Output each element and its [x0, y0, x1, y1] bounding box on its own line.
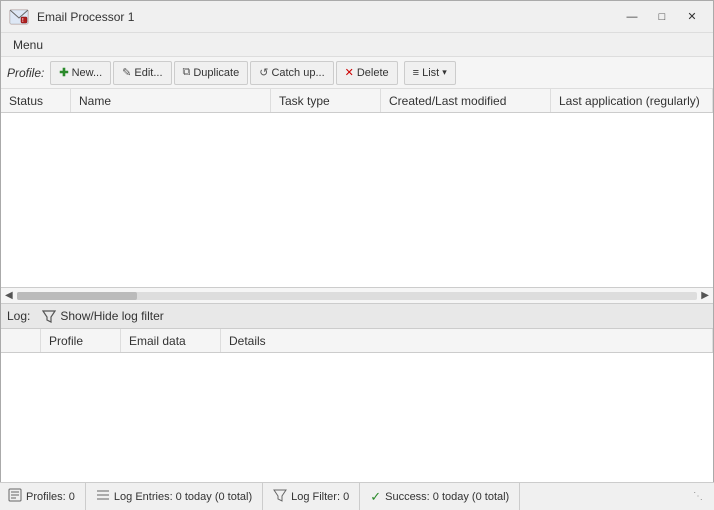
- duplicate-button[interactable]: ⧉ Duplicate: [174, 61, 249, 85]
- log-col-header-details: Details: [221, 329, 713, 352]
- delete-icon: ✕: [345, 66, 354, 79]
- new-button[interactable]: ✚ New...: [50, 61, 111, 85]
- maximize-button[interactable]: □: [649, 7, 675, 27]
- col-header-name: Name: [71, 89, 271, 112]
- catchup-button-label: Catch up...: [271, 67, 324, 79]
- duplicate-button-label: Duplicate: [193, 67, 239, 79]
- log-col-header-emaildata: Email data: [121, 329, 221, 352]
- main-content: Status Name Task type Created/Last modif…: [1, 89, 713, 483]
- new-icon: ✚: [59, 66, 68, 79]
- catchup-icon: ↺: [259, 66, 268, 79]
- profiles-icon: [8, 488, 22, 505]
- log-filter-button[interactable]: Show/Hide log filter: [38, 307, 167, 325]
- new-button-label: New...: [72, 67, 103, 79]
- profiles-text: Profiles: 0: [26, 491, 75, 503]
- logfilter-text: Log Filter: 0: [291, 491, 349, 503]
- close-button[interactable]: ✕: [679, 7, 705, 27]
- log-header: Log: Show/Hide log filter: [1, 303, 713, 329]
- minimize-button[interactable]: —: [619, 7, 645, 27]
- logfilter-status: Log Filter: 0: [263, 483, 360, 510]
- col-header-created: Created/Last modified: [381, 89, 551, 112]
- delete-button[interactable]: ✕ Delete: [336, 61, 398, 85]
- list-button-label: List: [422, 67, 439, 79]
- duplicate-icon: ⧉: [183, 66, 191, 79]
- horizontal-scrollbar[interactable]: ◀ ▶: [1, 287, 713, 303]
- delete-button-label: Delete: [357, 67, 389, 79]
- checkmark-icon: ✓: [370, 489, 381, 505]
- list-button[interactable]: ≡ List ▾: [404, 61, 456, 85]
- scroll-right-arrow[interactable]: ▶: [701, 290, 709, 301]
- scrollbar-track[interactable]: [17, 292, 698, 300]
- success-status: ✓ Success: 0 today (0 total): [360, 483, 520, 510]
- toolbar: Profile: ✚ New... ✎ Edit... ⧉ Duplicate …: [1, 57, 713, 89]
- col-header-tasktype: Task type: [271, 89, 381, 112]
- menu-item-menu[interactable]: Menu: [5, 36, 51, 54]
- log-filter-label: Show/Hide log filter: [60, 309, 163, 323]
- list-icon: ≡: [413, 67, 419, 79]
- log-section: Log: Show/Hide log filter Profile Email …: [1, 303, 713, 483]
- col-header-status: Status: [1, 89, 71, 112]
- logfilter-icon: [273, 488, 287, 505]
- app-icon: !: [9, 7, 29, 27]
- window-controls: — □ ✕: [619, 7, 705, 27]
- col-header-lastapp: Last application (regularly): [551, 89, 713, 112]
- edit-button[interactable]: ✎ Edit...: [113, 61, 171, 85]
- title-bar: ! Email Processor 1 — □ ✕: [1, 1, 713, 33]
- edit-button-label: Edit...: [134, 67, 162, 79]
- log-col-header-num: [1, 329, 41, 352]
- table-body[interactable]: [1, 113, 713, 287]
- profiles-status: Profiles: 0: [8, 483, 86, 510]
- log-col-header-profile: Profile: [41, 329, 121, 352]
- logentries-icon: [96, 488, 110, 505]
- chevron-down-icon: ▾: [442, 67, 447, 78]
- profile-label: Profile:: [7, 66, 44, 80]
- filter-icon: [42, 309, 56, 323]
- log-table-header: Profile Email data Details: [1, 329, 713, 353]
- menu-bar: Menu: [1, 33, 713, 57]
- scroll-left-arrow[interactable]: ◀: [5, 290, 13, 301]
- log-label: Log:: [7, 309, 30, 323]
- edit-icon: ✎: [122, 66, 131, 79]
- success-text: Success: 0 today (0 total): [385, 491, 509, 503]
- log-body[interactable]: [1, 353, 713, 483]
- catchup-button[interactable]: ↺ Catch up...: [250, 61, 333, 85]
- status-bar: Profiles: 0 Log Entries: 0 today (0 tota…: [0, 482, 714, 510]
- title-text: Email Processor 1: [37, 10, 619, 24]
- logentries-text: Log Entries: 0 today (0 total): [114, 491, 252, 503]
- table-header: Status Name Task type Created/Last modif…: [1, 89, 713, 113]
- logentries-status: Log Entries: 0 today (0 total): [86, 483, 263, 510]
- resize-grip-icon: ⋱: [693, 491, 703, 502]
- scrollbar-thumb[interactable]: [17, 292, 137, 300]
